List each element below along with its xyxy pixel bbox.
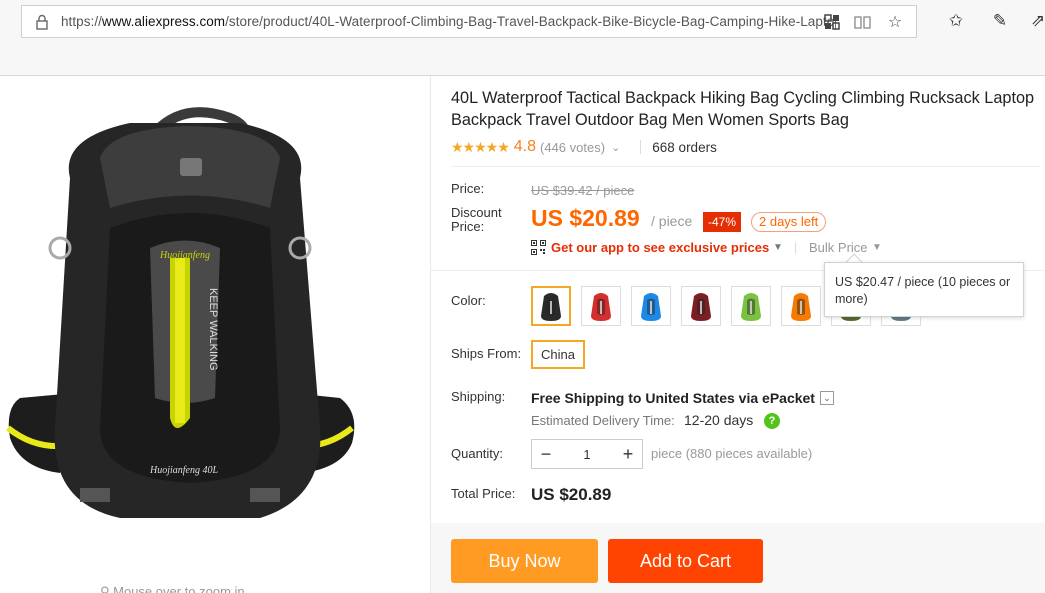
quantity-available: piece (880 pieces available) — [651, 446, 813, 461]
buy-now-button[interactable]: Buy Now — [451, 539, 598, 583]
divider — [640, 140, 642, 154]
color-swatch-red[interactable] — [581, 286, 621, 326]
rating-row: ★★★★★ 4.8 (446 votes) ⌄ 668 orders — [451, 137, 717, 157]
caret-down-icon[interactable]: ▼ — [773, 242, 783, 253]
puzzle-icon[interactable] — [823, 13, 841, 31]
favorites-list-icon[interactable]: ✩ — [946, 11, 966, 31]
quantity-input[interactable] — [560, 440, 614, 468]
reading-view-icon[interactable] — [853, 13, 871, 31]
rating-stars-icon: ★★★★★ — [451, 138, 510, 155]
estimated-delivery-days: 12-20 days — [684, 412, 754, 428]
increment-button[interactable]: + — [614, 440, 642, 468]
quantity-label: Quantity: — [451, 446, 504, 461]
address-bar[interactable]: https://www.aliexpress.com/store/product… — [21, 5, 917, 38]
backpack-thumbnail-icon — [741, 293, 761, 321]
total-price-label: Total Price: — [451, 486, 516, 501]
discount-badge: -47% — [703, 212, 741, 232]
backpack-thumbnail-icon — [641, 293, 661, 321]
discount-price: US $20.89 — [531, 205, 640, 231]
days-left-badge: 2 days left — [751, 212, 827, 232]
qr-code-icon — [531, 240, 546, 255]
add-to-cart-button[interactable]: Add to Cart — [608, 539, 763, 583]
divider — [451, 166, 1040, 167]
backpack-thumbnail-icon — [791, 293, 811, 321]
help-icon[interactable]: ? — [764, 413, 780, 429]
color-swatch-dark-red[interactable] — [681, 286, 721, 326]
quantity-stepper: − + — [531, 439, 643, 469]
estimated-delivery-label: Estimated Delivery Time: — [531, 413, 675, 428]
chevron-down-icon[interactable]: ⌄ — [611, 141, 620, 154]
color-swatch-black[interactable] — [531, 286, 571, 326]
votes-count[interactable]: (446 votes) — [540, 140, 605, 155]
original-price: US $39.42 / piece — [531, 183, 635, 198]
divider — [795, 242, 796, 254]
zoom-hint: ⚲ Mouse over to zoom in — [100, 584, 245, 593]
gallery-divider — [430, 76, 431, 593]
discount-price-label: Discount Price: — [451, 206, 502, 234]
shipping-label: Shipping: — [451, 389, 506, 404]
total-price-value: US $20.89 — [531, 485, 612, 504]
bulk-price-tooltip: US $20.47 / piece (10 pieces or more) — [824, 262, 1024, 317]
bag-brand-text: KEEP WALKING — [207, 288, 219, 371]
url-path: /store/product/40L-Waterproof-Climbing-B… — [225, 14, 836, 29]
ships-from-label: Ships From: — [451, 346, 522, 361]
discount-label-line2: Price: — [451, 219, 485, 234]
caret-down-icon[interactable]: ▼ — [872, 242, 882, 253]
bulk-price-link[interactable]: Bulk Price — [809, 240, 868, 255]
browser-toolbar: https://www.aliexpress.com/store/product… — [0, 0, 1045, 76]
free-shipping-text: Free Shipping to United States via ePack… — [531, 390, 815, 406]
color-swatch-green[interactable] — [731, 286, 771, 326]
decrement-button[interactable]: − — [532, 440, 560, 468]
backpack-thumbnail-icon — [691, 293, 711, 321]
shipping-dropdown-icon[interactable]: ⌄ — [820, 391, 834, 405]
app-exclusive-link[interactable]: Get our app to see exclusive prices — [551, 240, 769, 255]
bag-logo-text: Huojianfeng — [159, 250, 210, 261]
zoom-hint-text: Mouse over to zoom in — [113, 584, 245, 593]
orders-count: 668 orders — [652, 139, 717, 155]
discount-label-line1: Discount — [451, 205, 502, 220]
favorite-star-icon[interactable]: ☆ — [886, 13, 904, 31]
url-text[interactable]: https://www.aliexpress.com/store/product… — [61, 14, 836, 29]
ships-from-option[interactable]: China — [531, 340, 585, 369]
share-icon[interactable]: ⇗ — [1028, 11, 1045, 31]
color-label: Color: — [451, 293, 486, 308]
color-swatch-orange[interactable] — [781, 286, 821, 326]
product-image[interactable]: KEEP WALKING Huojianfeng Huojianfeng 40L — [0, 98, 360, 558]
per-piece-text: / piece — [651, 213, 693, 229]
product-title: 40L Waterproof Tactical Backpack Hiking … — [451, 89, 1035, 129]
bag-model-text: Huojianfeng 40L — [149, 465, 218, 476]
price-label: Price: — [451, 181, 485, 196]
backpack-thumbnail-icon — [591, 293, 611, 321]
url-prefix: https:// — [61, 14, 102, 29]
rating-value: 4.8 — [513, 138, 537, 155]
lock-icon — [36, 14, 48, 30]
backpack-thumbnail-icon — [541, 293, 561, 321]
color-swatch-blue[interactable] — [631, 286, 671, 326]
pen-icon[interactable]: ✎ — [990, 11, 1010, 31]
url-domain: www.aliexpress.com — [101, 14, 226, 29]
